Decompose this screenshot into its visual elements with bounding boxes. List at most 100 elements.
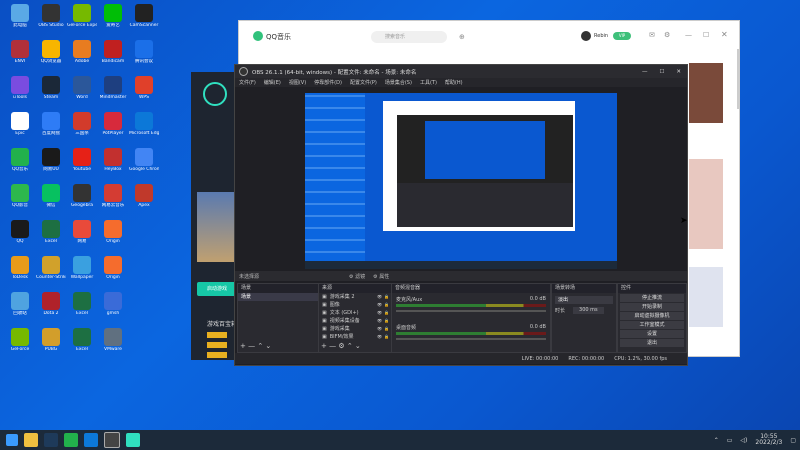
desktop-icon[interactable]: OBS Studio [36,4,66,28]
network-icon[interactable]: ▭ [727,437,733,444]
desktop-icon[interactable]: 百度网盘 [36,112,66,136]
lock-icon[interactable]: 🔒 [384,317,389,325]
qqmusic-taskbar-icon[interactable] [64,433,78,447]
visibility-icon[interactable]: 👁 [377,293,382,301]
desktop-icon[interactable]: ENVI [5,40,35,64]
desktop-icon[interactable]: HeyBox [98,148,128,172]
desktop-icon[interactable]: uTools [5,76,35,100]
obs-menu-item[interactable]: 工具(T) [420,79,437,86]
desktop-icon[interactable]: 此电脑 [5,4,35,28]
mixer-slider-2[interactable] [396,338,546,340]
edge-taskbar-icon[interactable] [84,433,98,447]
source-item[interactable]: ▣ 游戏采集 👁 🔒 [319,325,391,333]
notification-icon[interactable]: ▢ [790,437,796,444]
desktop-icon[interactable]: Google Chrome [129,148,159,172]
visibility-icon[interactable]: 👁 [377,325,382,333]
qqmusic-search-input[interactable]: 搜索音乐 [371,31,447,43]
qqmusic-settings-icon[interactable]: ⚙ [664,31,670,39]
launch-game-button[interactable]: 启动游戏 [197,282,237,296]
desktop-icon[interactable]: 网易云音乐 [98,184,128,208]
desktop-icon[interactable]: Excel [67,328,97,352]
desktop-icon[interactable]: Steam [36,76,66,100]
qqmusic-minimize-icon[interactable]: — [685,31,692,39]
start-windows-icon[interactable] [6,434,18,446]
source-controls[interactable]: + — ⚙ ⌃ ⌄ [321,342,361,350]
desktop-icon[interactable]: PotPlayer [98,112,128,136]
desktop-icon[interactable]: GeForce [5,328,35,352]
qqmusic-avatar[interactable] [581,31,591,41]
desktop-icon[interactable]: Adobe [67,40,97,64]
desktop-icon[interactable]: QQ影音 [5,184,35,208]
desktop-icon[interactable]: Bandicam [98,40,128,64]
control-button[interactable]: 设置 [620,330,684,338]
desktop-icon[interactable]: Excel [67,292,97,316]
filter-tab[interactable]: ⚙ 滤镜 [349,273,365,280]
desktop-icon[interactable]: 腾讯会议 [129,40,159,64]
steam-taskbar-icon[interactable] [44,433,58,447]
desktop-icon[interactable]: Mindmaster [98,76,128,100]
desktop-icon[interactable]: 爱奇艺 [98,4,128,28]
desktop-icon[interactable]: Geogebra [67,184,97,208]
properties-tab[interactable]: ⚙ 属性 [373,273,389,280]
scene-controls[interactable]: + — ⌃ ⌄ [240,342,271,350]
desktop-icon[interactable]: gmsh [98,292,128,316]
qqmusic-cover-3[interactable] [689,267,723,327]
volume-icon[interactable]: ◁) [740,437,747,444]
obs-maximize-icon[interactable]: ☐ [659,69,664,75]
lock-icon[interactable]: 🔒 [384,309,389,317]
tray-chevron-icon[interactable]: ⌃ [714,437,719,444]
source-item[interactable]: ▣ 视频采集设备 👁 🔒 [319,317,391,325]
qqmusic-scrollbar[interactable] [737,49,739,109]
lock-icon[interactable]: 🔒 [384,301,389,309]
control-button[interactable]: 工作室模式 [620,321,684,329]
desktop-icon[interactable]: Dota 2 [36,292,66,316]
transition-duration-input[interactable]: 300 ms [573,307,604,314]
desktop-icon[interactable]: Microsoft Edge [129,112,159,136]
obs-menu-item[interactable]: 文件(F) [239,79,256,86]
desktop-icon[interactable]: 微信 [36,184,66,208]
desktop-icon[interactable]: VMware [98,328,128,352]
lock-icon[interactable]: 🔒 [384,333,389,341]
obs-minimize-icon[interactable]: — [642,69,648,75]
desktop-icon[interactable]: GeForce Experience [67,4,97,28]
desktop-icon[interactable]: Excel [36,220,66,244]
desktop-icon[interactable]: Epic [5,112,35,136]
desktop-icon[interactable]: 网易UU [36,148,66,172]
control-button[interactable]: 启动虚拟摄像机 [620,312,684,320]
desktop-icon[interactable]: Origin [98,256,128,280]
qqmusic-add-icon[interactable]: ⊕ [459,33,465,41]
obs-menu-item[interactable]: 帮助(H) [445,79,463,86]
source-item[interactable]: ▣ BIFM/效果 👁 🔒 [319,333,391,341]
desktop-icon[interactable]: 三国杀 [67,112,97,136]
source-item[interactable]: ▣ 游戏采集 2 👁 🔒 [319,293,391,301]
visibility-icon[interactable]: 👁 [377,333,382,341]
qqmusic-cover-2[interactable] [689,159,723,249]
desktop-icon[interactable]: Counter-Strike [36,256,66,280]
obs-close-icon[interactable]: ✕ [676,69,681,75]
desktop-icon[interactable]: Origin [98,220,128,244]
desktop-icon[interactable]: QQ [5,220,35,244]
desktop-icon[interactable]: Youtube [67,148,97,172]
transition-select[interactable]: 淡出 [555,296,613,304]
desktop-icon[interactable]: QQ音乐 [5,148,35,172]
lock-icon[interactable]: 🔒 [384,325,389,333]
source-item[interactable]: ▣ 图像 👁 🔒 [319,301,391,309]
source-item[interactable]: ▣ 文本 (GDI+) 👁 🔒 [319,309,391,317]
desktop-icon[interactable]: PUBG [36,328,66,352]
desktop-icon[interactable]: QQ浏览器 [36,40,66,64]
obs-menu-item[interactable]: 场景集合(S) [385,79,412,86]
visibility-icon[interactable]: 👁 [377,309,382,317]
launcher-link-2[interactable] [207,342,227,348]
qqmusic-cover-1[interactable] [689,63,723,123]
control-button[interactable]: 退出 [620,339,684,347]
obs-menu-item[interactable]: 视图(V) [289,79,306,86]
obs-menu-item[interactable]: 停靠部件(D) [314,79,342,86]
clock[interactable]: 10:55 2022/2/3 [755,434,782,446]
visibility-icon[interactable]: 👁 [377,317,382,325]
desktop-icon[interactable]: ToDesk [5,256,35,280]
obs-menu-item[interactable]: 配置文件(P) [350,79,377,86]
scene-item[interactable]: 场景 [238,293,318,301]
obs-menu-item[interactable]: 编辑(E) [264,79,281,86]
file-explorer-icon[interactable] [24,433,38,447]
obs-taskbar-icon[interactable] [104,432,120,448]
